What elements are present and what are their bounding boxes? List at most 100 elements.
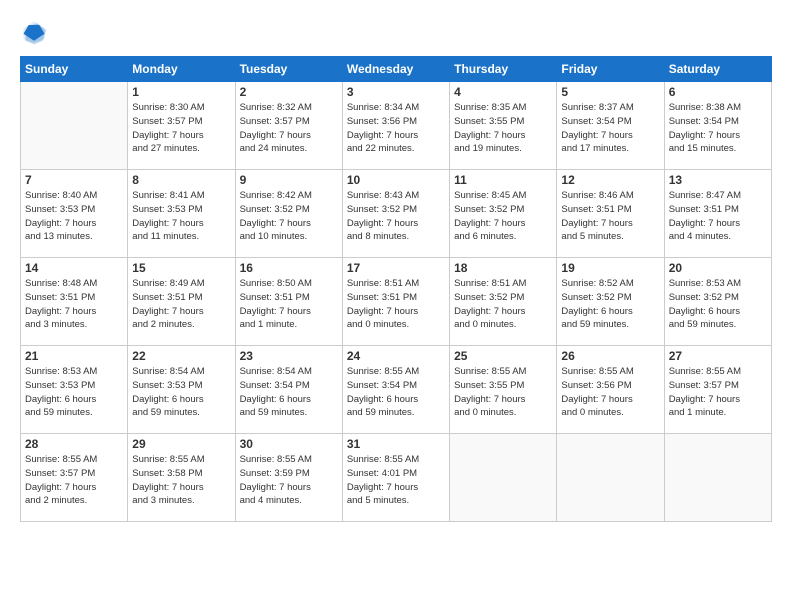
col-header-friday: Friday	[557, 57, 664, 82]
day-cell: 12 Sunrise: 8:46 AMSunset: 3:51 PMDayligh…	[557, 170, 664, 258]
week-row-4: 21 Sunrise: 8:53 AMSunset: 3:53 PMDayligh…	[21, 346, 772, 434]
day-number: 2	[240, 85, 338, 99]
calendar-table: SundayMondayTuesdayWednesdayThursdayFrid…	[20, 56, 772, 522]
day-cell: 7 Sunrise: 8:40 AMSunset: 3:53 PMDaylight…	[21, 170, 128, 258]
week-row-2: 7 Sunrise: 8:40 AMSunset: 3:53 PMDaylight…	[21, 170, 772, 258]
day-number: 14	[25, 261, 123, 275]
day-number: 19	[561, 261, 659, 275]
day-cell: 8 Sunrise: 8:41 AMSunset: 3:53 PMDaylight…	[128, 170, 235, 258]
day-cell: 3 Sunrise: 8:34 AMSunset: 3:56 PMDaylight…	[342, 82, 449, 170]
day-info: Sunrise: 8:55 AMSunset: 3:59 PMDaylight:…	[240, 453, 338, 508]
day-number: 31	[347, 437, 445, 451]
day-number: 28	[25, 437, 123, 451]
day-number: 8	[132, 173, 230, 187]
day-info: Sunrise: 8:55 AMSunset: 3:56 PMDaylight:…	[561, 365, 659, 420]
page: SundayMondayTuesdayWednesdayThursdayFrid…	[0, 0, 792, 612]
logo	[20, 18, 52, 46]
day-number: 29	[132, 437, 230, 451]
day-info: Sunrise: 8:41 AMSunset: 3:53 PMDaylight:…	[132, 189, 230, 244]
week-row-5: 28 Sunrise: 8:55 AMSunset: 3:57 PMDayligh…	[21, 434, 772, 522]
day-cell: 6 Sunrise: 8:38 AMSunset: 3:54 PMDaylight…	[664, 82, 771, 170]
day-cell: 16Sunrise: 8:50 AMSunset: 3:51 PMDayligh…	[235, 258, 342, 346]
day-info: Sunrise: 8:46 AMSunset: 3:51 PMDaylight:…	[561, 189, 659, 244]
day-info: Sunrise: 8:37 AMSunset: 3:54 PMDaylight:…	[561, 101, 659, 156]
day-number: 3	[347, 85, 445, 99]
day-number: 7	[25, 173, 123, 187]
day-info: Sunrise: 8:30 AMSunset: 3:57 PMDaylight:…	[132, 101, 230, 156]
day-cell: 25 Sunrise: 8:55 AMSunset: 3:55 PMDayligh…	[450, 346, 557, 434]
day-cell: 18 Sunrise: 8:51 AMSunset: 3:52 PMDayligh…	[450, 258, 557, 346]
day-info: Sunrise: 8:50 AMSunset: 3:51 PMDaylight:…	[240, 277, 338, 332]
col-header-thursday: Thursday	[450, 57, 557, 82]
day-number: 6	[669, 85, 767, 99]
day-cell	[21, 82, 128, 170]
day-info: Sunrise: 8:34 AMSunset: 3:56 PMDaylight:…	[347, 101, 445, 156]
day-info: Sunrise: 8:49 AMSunset: 3:51 PMDaylight:…	[132, 277, 230, 332]
day-info: Sunrise: 8:40 AMSunset: 3:53 PMDaylight:…	[25, 189, 123, 244]
day-info: Sunrise: 8:53 AMSunset: 3:52 PMDaylight:…	[669, 277, 767, 332]
day-info: Sunrise: 8:47 AMSunset: 3:51 PMDaylight:…	[669, 189, 767, 244]
day-cell: 28 Sunrise: 8:55 AMSunset: 3:57 PMDayligh…	[21, 434, 128, 522]
day-number: 5	[561, 85, 659, 99]
day-number: 30	[240, 437, 338, 451]
day-info: Sunrise: 8:32 AMSunset: 3:57 PMDaylight:…	[240, 101, 338, 156]
day-cell: 13 Sunrise: 8:47 AMSunset: 3:51 PMDayligh…	[664, 170, 771, 258]
day-number: 22	[132, 349, 230, 363]
day-info: Sunrise: 8:48 AMSunset: 3:51 PMDaylight:…	[25, 277, 123, 332]
col-header-saturday: Saturday	[664, 57, 771, 82]
day-cell: 21 Sunrise: 8:53 AMSunset: 3:53 PMDayligh…	[21, 346, 128, 434]
day-cell	[557, 434, 664, 522]
day-cell: 19 Sunrise: 8:52 AMSunset: 3:52 PMDayligh…	[557, 258, 664, 346]
day-info: Sunrise: 8:51 AMSunset: 3:51 PMDaylight:…	[347, 277, 445, 332]
col-header-monday: Monday	[128, 57, 235, 82]
day-cell: 9 Sunrise: 8:42 AMSunset: 3:52 PMDaylight…	[235, 170, 342, 258]
day-number: 27	[669, 349, 767, 363]
day-cell: 4 Sunrise: 8:35 AMSunset: 3:55 PMDaylight…	[450, 82, 557, 170]
day-info: Sunrise: 8:55 AMSunset: 3:58 PMDaylight:…	[132, 453, 230, 508]
day-cell: 2 Sunrise: 8:32 AMSunset: 3:57 PMDaylight…	[235, 82, 342, 170]
day-cell: 31Sunrise: 8:55 AMSunset: 4:01 PMDayligh…	[342, 434, 449, 522]
day-number: 17	[347, 261, 445, 275]
col-header-tuesday: Tuesday	[235, 57, 342, 82]
day-cell: 5 Sunrise: 8:37 AMSunset: 3:54 PMDaylight…	[557, 82, 664, 170]
day-number: 21	[25, 349, 123, 363]
day-info: Sunrise: 8:54 AMSunset: 3:53 PMDaylight:…	[132, 365, 230, 420]
day-info: Sunrise: 8:54 AMSunset: 3:54 PMDaylight:…	[240, 365, 338, 420]
day-cell: 11 Sunrise: 8:45 AMSunset: 3:52 PMDayligh…	[450, 170, 557, 258]
day-cell	[664, 434, 771, 522]
day-number: 15	[132, 261, 230, 275]
day-number: 12	[561, 173, 659, 187]
day-info: Sunrise: 8:55 AMSunset: 3:55 PMDaylight:…	[454, 365, 552, 420]
day-number: 9	[240, 173, 338, 187]
day-info: Sunrise: 8:53 AMSunset: 3:53 PMDaylight:…	[25, 365, 123, 420]
day-cell: 23 Sunrise: 8:54 AMSunset: 3:54 PMDayligh…	[235, 346, 342, 434]
day-info: Sunrise: 8:43 AMSunset: 3:52 PMDaylight:…	[347, 189, 445, 244]
day-number: 25	[454, 349, 552, 363]
day-number: 11	[454, 173, 552, 187]
logo-icon	[20, 18, 48, 46]
day-info: Sunrise: 8:51 AMSunset: 3:52 PMDaylight:…	[454, 277, 552, 332]
day-number: 1	[132, 85, 230, 99]
day-number: 18	[454, 261, 552, 275]
day-number: 23	[240, 349, 338, 363]
day-cell: 27Sunrise: 8:55 AMSunset: 3:57 PMDayligh…	[664, 346, 771, 434]
day-info: Sunrise: 8:55 AMSunset: 3:57 PMDaylight:…	[25, 453, 123, 508]
day-cell: 17 Sunrise: 8:51 AMSunset: 3:51 PMDayligh…	[342, 258, 449, 346]
day-number: 26	[561, 349, 659, 363]
day-number: 10	[347, 173, 445, 187]
day-cell: 20Sunrise: 8:53 AMSunset: 3:52 PMDayligh…	[664, 258, 771, 346]
day-info: Sunrise: 8:45 AMSunset: 3:52 PMDaylight:…	[454, 189, 552, 244]
day-info: Sunrise: 8:38 AMSunset: 3:54 PMDaylight:…	[669, 101, 767, 156]
day-info: Sunrise: 8:52 AMSunset: 3:52 PMDaylight:…	[561, 277, 659, 332]
week-row-1: 1 Sunrise: 8:30 AMSunset: 3:57 PMDaylight…	[21, 82, 772, 170]
day-info: Sunrise: 8:42 AMSunset: 3:52 PMDaylight:…	[240, 189, 338, 244]
day-info: Sunrise: 8:55 AMSunset: 3:54 PMDaylight:…	[347, 365, 445, 420]
header	[20, 18, 772, 46]
day-cell: 22 Sunrise: 8:54 AMSunset: 3:53 PMDayligh…	[128, 346, 235, 434]
col-header-wednesday: Wednesday	[342, 57, 449, 82]
day-number: 13	[669, 173, 767, 187]
day-number: 4	[454, 85, 552, 99]
day-info: Sunrise: 8:35 AMSunset: 3:55 PMDaylight:…	[454, 101, 552, 156]
day-cell: 14 Sunrise: 8:48 AMSunset: 3:51 PMDayligh…	[21, 258, 128, 346]
week-row-3: 14 Sunrise: 8:48 AMSunset: 3:51 PMDayligh…	[21, 258, 772, 346]
